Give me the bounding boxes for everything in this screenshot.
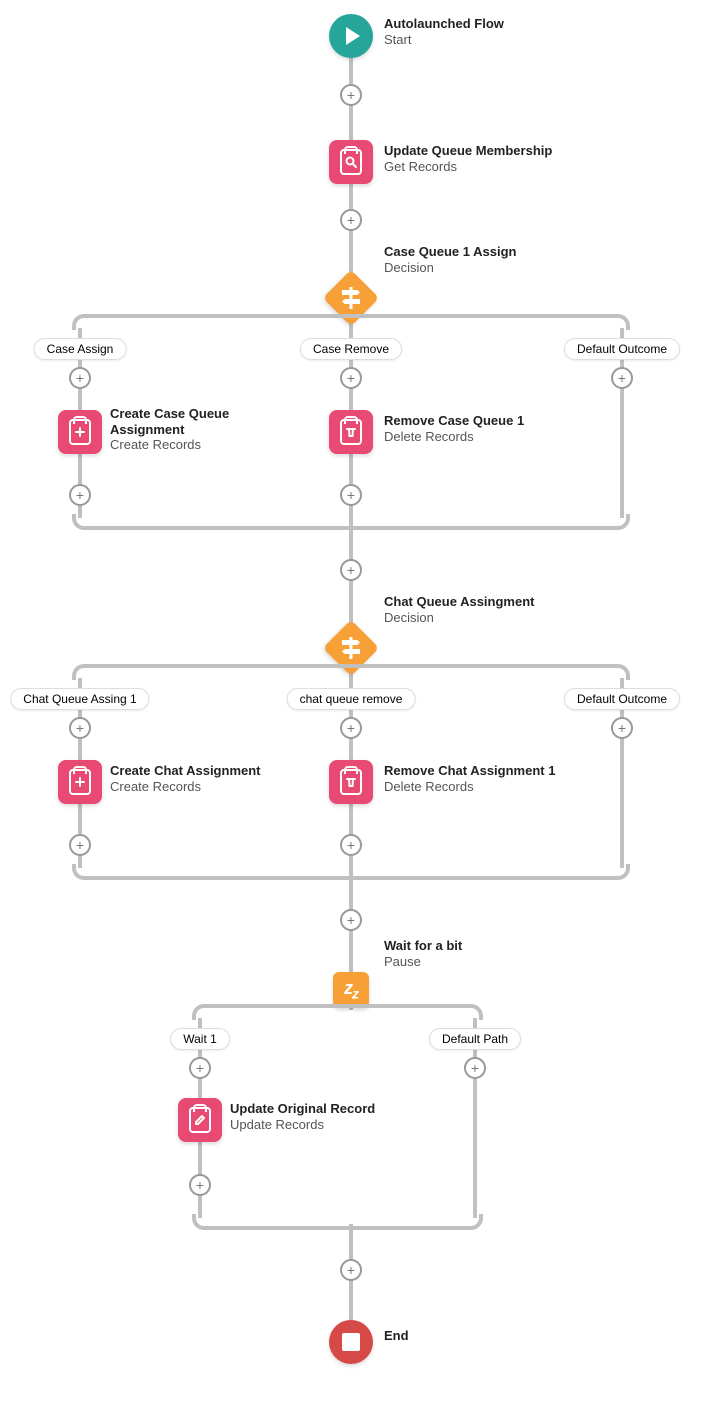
get-records-node[interactable] [329, 140, 373, 184]
pause-label: Wait for a bit Pause [384, 938, 462, 969]
add-element-button[interactable] [340, 834, 362, 856]
connector [614, 864, 630, 880]
decision2-label: Chat Queue Assingment Decision [384, 594, 534, 625]
add-element-button[interactable] [340, 1259, 362, 1281]
remove-case-node[interactable] [329, 410, 373, 454]
add-element-button[interactable] [611, 367, 633, 389]
outcome-pill[interactable]: Case Remove [300, 338, 402, 360]
connector [208, 1004, 471, 1008]
pause-node[interactable]: zz [333, 972, 369, 1008]
remove-case-label: Remove Case Queue 1 Delete Records [384, 413, 524, 444]
flow-canvas[interactable]: Autolaunched Flow Start Update Queue Mem… [0, 0, 702, 1410]
outcome-pill[interactable]: Chat Queue Assing 1 [10, 688, 149, 710]
remove-chat-node[interactable] [329, 760, 373, 804]
plus-icon [69, 419, 91, 445]
pause-icon: zz [344, 978, 358, 1002]
add-element-button[interactable] [340, 909, 362, 931]
trash-icon [340, 769, 362, 795]
add-element-button[interactable] [340, 484, 362, 506]
outcome-pill[interactable]: Default Outcome [564, 688, 680, 710]
connector [192, 1214, 208, 1230]
outcome-pill[interactable]: Default Outcome [564, 338, 680, 360]
signpost-icon [340, 287, 362, 309]
signpost-icon [340, 637, 362, 659]
add-element-button[interactable] [189, 1057, 211, 1079]
connector [88, 526, 618, 530]
outcome-pill[interactable]: chat queue remove [287, 688, 416, 710]
end-node[interactable] [329, 1320, 373, 1364]
create-case-label: Create Case Queue Assignment Create Reco… [110, 406, 260, 453]
create-chat-node[interactable] [58, 760, 102, 804]
connector [88, 664, 618, 668]
connector [614, 514, 630, 530]
trash-icon [340, 419, 362, 445]
get-records-label: Update Queue Membership Get Records [384, 143, 552, 174]
play-icon [346, 27, 360, 45]
connector [72, 864, 88, 880]
connector [467, 1214, 483, 1230]
add-element-button[interactable] [69, 484, 91, 506]
outcome-pill[interactable]: Default Path [429, 1028, 521, 1050]
update-record-label: Update Original Record Update Records [230, 1101, 375, 1132]
outcome-pill[interactable]: Wait 1 [170, 1028, 230, 1050]
connector [72, 514, 88, 530]
update-record-node[interactable] [178, 1098, 222, 1142]
connector [208, 1226, 471, 1230]
connector [88, 876, 618, 880]
end-label: End [384, 1328, 409, 1344]
add-element-button[interactable] [69, 834, 91, 856]
add-element-button[interactable] [69, 367, 91, 389]
stop-icon [342, 1333, 360, 1351]
decision1-label: Case Queue 1 Assign Decision [384, 244, 516, 275]
create-case-node[interactable] [58, 410, 102, 454]
add-element-button[interactable] [340, 717, 362, 739]
add-element-button[interactable] [189, 1174, 211, 1196]
connector [88, 314, 618, 318]
add-element-button[interactable] [340, 84, 362, 106]
pencil-icon [189, 1107, 211, 1133]
remove-chat-label: Remove Chat Assignment 1 Delete Records [384, 763, 555, 794]
add-element-button[interactable] [340, 367, 362, 389]
outcome-pill[interactable]: Case Assign [34, 338, 127, 360]
search-icon [340, 149, 362, 175]
plus-icon [69, 769, 91, 795]
add-element-button[interactable] [340, 559, 362, 581]
add-element-button[interactable] [611, 717, 633, 739]
start-label: Autolaunched Flow Start [384, 16, 504, 47]
add-element-button[interactable] [340, 209, 362, 231]
start-node[interactable] [329, 14, 373, 58]
add-element-button[interactable] [464, 1057, 486, 1079]
create-chat-label: Create Chat Assignment Create Records [110, 763, 261, 794]
add-element-button[interactable] [69, 717, 91, 739]
